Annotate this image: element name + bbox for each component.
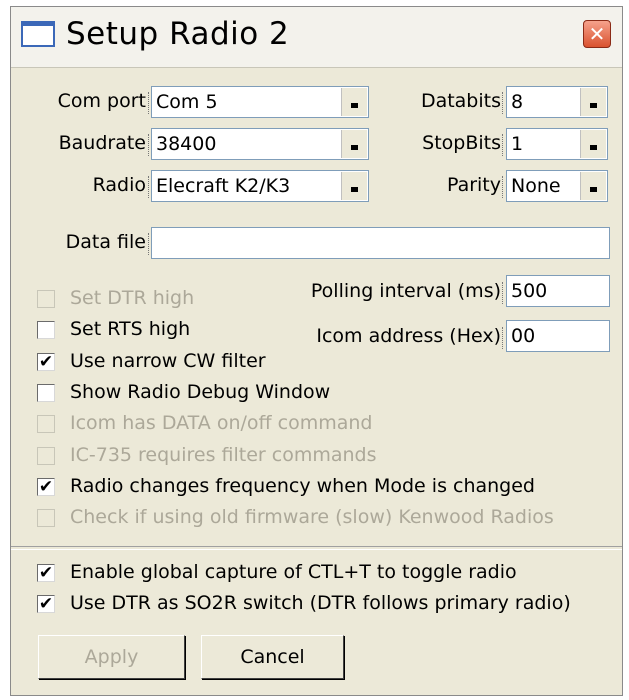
chevron-down-icon[interactable] bbox=[341, 130, 367, 158]
com-port-value: Com 5 bbox=[156, 91, 218, 113]
colon-separator bbox=[502, 134, 505, 156]
colon-separator bbox=[502, 92, 505, 114]
parity-select[interactable]: None bbox=[506, 170, 608, 202]
section-divider bbox=[11, 546, 622, 550]
close-button[interactable]: ✕ bbox=[583, 20, 611, 48]
com-port-select[interactable]: Com 5 bbox=[151, 86, 369, 118]
icom-address-input[interactable]: 00 bbox=[506, 320, 610, 352]
check-icon: ✔ bbox=[38, 594, 54, 614]
window-icon bbox=[21, 21, 55, 47]
checkbox-label: Icom has DATA on/off command bbox=[70, 412, 373, 435]
chevron-down-icon[interactable] bbox=[341, 172, 367, 200]
checkbox-label: Set RTS high bbox=[70, 318, 191, 341]
icom-address-label: Icom address (Hex) bbox=[316, 325, 501, 347]
check-icon: ✔ bbox=[38, 351, 54, 372]
checkbox bbox=[37, 415, 55, 434]
cancel-button[interactable]: Cancel bbox=[201, 635, 344, 679]
checkbox bbox=[37, 446, 55, 465]
radio-label: Radio bbox=[92, 174, 146, 196]
colon-separator bbox=[502, 282, 505, 304]
checkbox[interactable] bbox=[37, 321, 55, 340]
checkbox bbox=[37, 509, 55, 528]
colon-separator bbox=[502, 176, 505, 198]
setup-radio-dialog: Setup Radio 2 ✕ Com port Com 5 Databits … bbox=[10, 6, 623, 696]
checkbox-label: Enable global capture of CTL+T to toggle… bbox=[70, 561, 517, 583]
databits-select[interactable]: 8 bbox=[506, 86, 608, 118]
stopbits-value: 1 bbox=[511, 133, 524, 155]
checkbox-label: Radio changes frequency when Mode is cha… bbox=[70, 474, 535, 497]
checkbox[interactable] bbox=[37, 383, 55, 402]
check-icon: ✔ bbox=[38, 563, 54, 583]
check-icon: ✔ bbox=[38, 476, 54, 497]
radio-select[interactable]: Elecraft K2/K3 bbox=[151, 170, 369, 202]
checkbox-label: Use DTR as SO2R switch (DTR follows prim… bbox=[70, 592, 571, 614]
checkbox-label: Show Radio Debug Window bbox=[70, 380, 331, 403]
stopbits-select[interactable]: 1 bbox=[506, 128, 608, 160]
radio-value: Elecraft K2/K3 bbox=[156, 175, 291, 197]
data-file-label: Data file bbox=[65, 231, 146, 253]
checkbox bbox=[37, 290, 55, 308]
checkbox-checked[interactable]: ✔ bbox=[37, 564, 55, 582]
polling-interval-label: Polling interval (ms) bbox=[310, 280, 501, 302]
title-bar[interactable]: Setup Radio 2 ✕ bbox=[11, 7, 622, 68]
window-title: Setup Radio 2 bbox=[66, 16, 290, 52]
chevron-down-icon[interactable] bbox=[580, 88, 606, 116]
baudrate-value: 38400 bbox=[156, 133, 217, 155]
apply-button[interactable]: Apply bbox=[38, 635, 185, 679]
checkbox-checked[interactable]: ✔ bbox=[37, 351, 55, 372]
checkbox-checked[interactable]: ✔ bbox=[37, 476, 55, 497]
databits-label: Databits bbox=[420, 90, 501, 112]
baudrate-label: Baudrate bbox=[58, 132, 146, 154]
stopbits-label: StopBits bbox=[422, 132, 501, 154]
colon-separator bbox=[502, 327, 505, 349]
chevron-down-icon[interactable] bbox=[580, 130, 606, 158]
checkbox-label: Use narrow CW filter bbox=[70, 349, 266, 372]
polling-interval-input[interactable]: 500 bbox=[506, 275, 610, 307]
com-port-label: Com port bbox=[57, 90, 146, 112]
baudrate-select[interactable]: 38400 bbox=[151, 128, 369, 160]
checkbox-label: IC-735 requires filter commands bbox=[70, 443, 377, 466]
parity-label: Parity bbox=[446, 174, 501, 196]
data-file-input[interactable] bbox=[151, 227, 610, 259]
checkbox-label: Check if using old firmware (slow) Kenwo… bbox=[70, 506, 554, 529]
chevron-down-icon[interactable] bbox=[580, 172, 606, 200]
chevron-down-icon[interactable] bbox=[341, 88, 367, 116]
parity-value: None bbox=[511, 175, 561, 197]
checkbox-label: Set DTR high bbox=[70, 287, 195, 309]
databits-value: 8 bbox=[511, 91, 524, 113]
checkbox-checked[interactable]: ✔ bbox=[37, 595, 55, 613]
